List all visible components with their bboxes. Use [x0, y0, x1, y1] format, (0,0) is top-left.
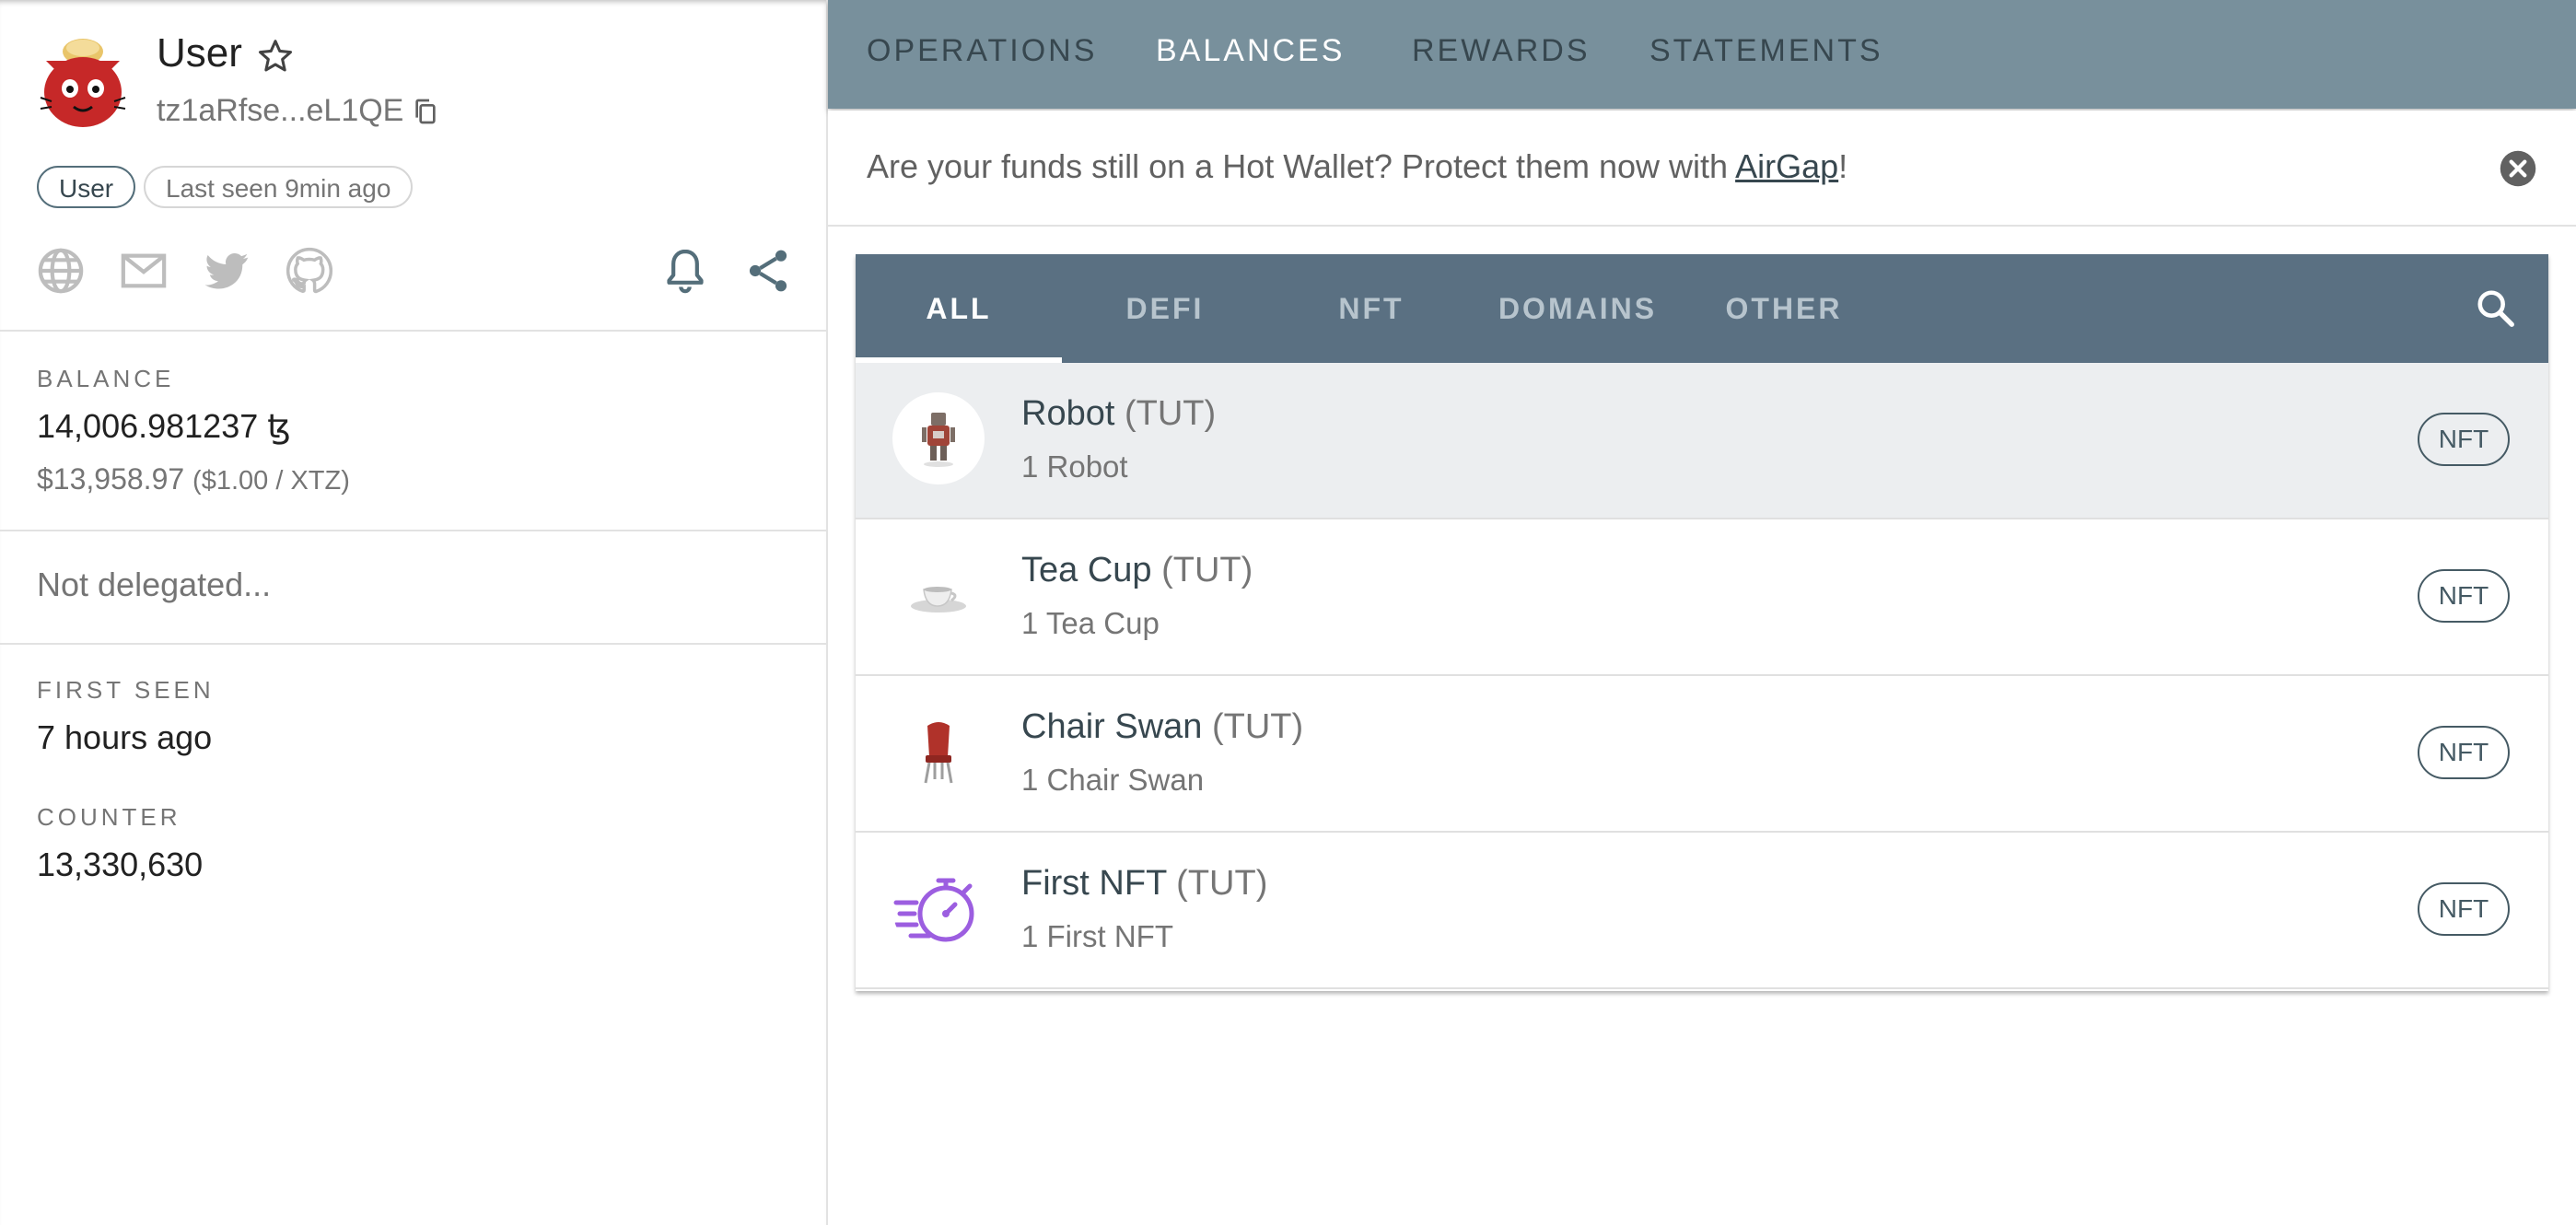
token-row[interactable]: First NFT (TUT) 1 First NFT NFT	[856, 833, 2548, 989]
balance-amount: 14,006.981237 ꜩ	[37, 407, 291, 445]
token-amount: 1 Tea Cup	[1021, 606, 1160, 640]
tea-cup-icon	[911, 587, 966, 612]
token-row[interactable]: Tea Cup (TUT) 1 Tea Cup NFT	[856, 519, 2548, 676]
search-icon[interactable]	[2475, 287, 2517, 330]
token-title: First NFT	[1021, 864, 1167, 903]
counter-label: COUNTER	[37, 803, 181, 831]
token-name: Robot (TUT)	[1021, 394, 1216, 434]
account-type-chip: User	[37, 166, 136, 208]
token-symbol: (TUT)	[1161, 551, 1253, 589]
first-nft-thumbnail	[892, 862, 985, 954]
token-row[interactable]: Robot (TUT) 1 Robot NFT	[856, 363, 2548, 519]
main-tab-bar: OPERATIONS BALANCES REWARDS STATEMENTS	[828, 0, 2576, 109]
app-root: User tz1aRfse...eL1QE User Last seen 9mi…	[0, 0, 2576, 1225]
main-content: OPERATIONS BALANCES REWARDS STATEMENTS A…	[828, 0, 2576, 1225]
token-title: Chair Swan	[1021, 707, 1203, 746]
tab-balances[interactable]: BALANCES	[1156, 33, 1345, 69]
account-address: tz1aRfse...eL1QE	[157, 93, 404, 128]
tab-rewards[interactable]: REWARDS	[1412, 33, 1591, 69]
airgap-link[interactable]: AirGap	[1735, 147, 1838, 185]
nft-badge: NFT	[2418, 413, 2510, 466]
bell-icon[interactable]	[659, 245, 711, 297]
tab-all[interactable]: ALL	[856, 254, 1062, 363]
token-balances-card: ALL DEFI NFT DOMAINS OTHER Robot (TUT) 1…	[856, 254, 2548, 991]
github-icon[interactable]	[284, 245, 335, 297]
chair-icon	[924, 722, 953, 784]
balance-usd-value: $13,958.97	[37, 462, 185, 496]
banner-text: Are your funds still on a Hot Wallet? Pr…	[867, 147, 1847, 186]
star-icon[interactable]	[254, 35, 297, 77]
tab-domains[interactable]: DOMAINS	[1474, 254, 1681, 363]
last-seen-chip: Last seen 9min ago	[144, 166, 414, 208]
token-amount: 1 Robot	[1021, 449, 1128, 484]
tab-operations[interactable]: OPERATIONS	[867, 33, 1097, 69]
divider	[0, 643, 826, 645]
mail-icon[interactable]	[118, 245, 169, 297]
first-seen-value: 7 hours ago	[37, 718, 213, 756]
tab-defi[interactable]: DEFI	[1062, 254, 1268, 363]
tea-cup-thumbnail	[892, 549, 985, 641]
token-name: Tea Cup (TUT)	[1021, 551, 1253, 590]
robot-thumbnail	[892, 392, 985, 484]
banner-message: Are your funds still on a Hot Wallet? Pr…	[867, 147, 1736, 185]
globe-icon[interactable]	[35, 245, 87, 297]
token-title: Robot	[1021, 394, 1115, 433]
category-tab-bar: ALL DEFI NFT DOMAINS OTHER	[856, 254, 2548, 363]
robot-icon	[922, 413, 955, 467]
airgap-banner: Are your funds still on a Hot Wallet? Pr…	[828, 111, 2576, 227]
first-seen-label: FIRST SEEN	[37, 676, 215, 704]
account-panel: User tz1aRfse...eL1QE User Last seen 9mi…	[0, 0, 828, 1225]
account-name: User	[157, 30, 242, 76]
chair-swan-thumbnail	[892, 706, 985, 798]
balance-usd: $13,958.97 ($1.00 / XTZ)	[37, 462, 350, 496]
token-symbol: (TUT)	[1124, 394, 1217, 433]
token-row[interactable]: Chair Swan (TUT) 1 Chair Swan NFT	[856, 676, 2548, 833]
tab-statements[interactable]: STATEMENTS	[1649, 33, 1883, 69]
token-amount: 1 Chair Swan	[1021, 763, 1205, 797]
nft-badge: NFT	[2418, 569, 2510, 623]
copy-icon[interactable]	[411, 96, 440, 127]
token-name: First NFT (TUT)	[1021, 864, 1267, 904]
delegation-status: Not delegated...	[37, 566, 272, 603]
xtz-rate: ($1.00 / XTZ)	[192, 466, 350, 496]
token-title: Tea Cup	[1021, 551, 1152, 589]
nft-badge: NFT	[2418, 726, 2510, 779]
nft-badge: NFT	[2418, 882, 2510, 936]
token-name: Chair Swan (TUT)	[1021, 707, 1303, 747]
token-symbol: (TUT)	[1211, 707, 1304, 746]
tab-nft[interactable]: NFT	[1268, 254, 1474, 363]
balance-label: BALANCE	[37, 365, 175, 392]
share-icon[interactable]	[742, 245, 794, 297]
divider	[0, 330, 826, 332]
counter-value: 13,330,630	[37, 846, 204, 883]
twitter-icon[interactable]	[201, 245, 252, 297]
avatar	[40, 39, 126, 127]
close-icon[interactable]	[2499, 149, 2537, 188]
token-amount: 1 First NFT	[1021, 919, 1173, 953]
token-symbol: (TUT)	[1176, 864, 1268, 903]
banner-suffix: !	[1838, 147, 1848, 185]
divider	[0, 530, 826, 531]
tab-other[interactable]: OTHER	[1681, 254, 1887, 363]
stopwatch-icon	[893, 878, 974, 942]
